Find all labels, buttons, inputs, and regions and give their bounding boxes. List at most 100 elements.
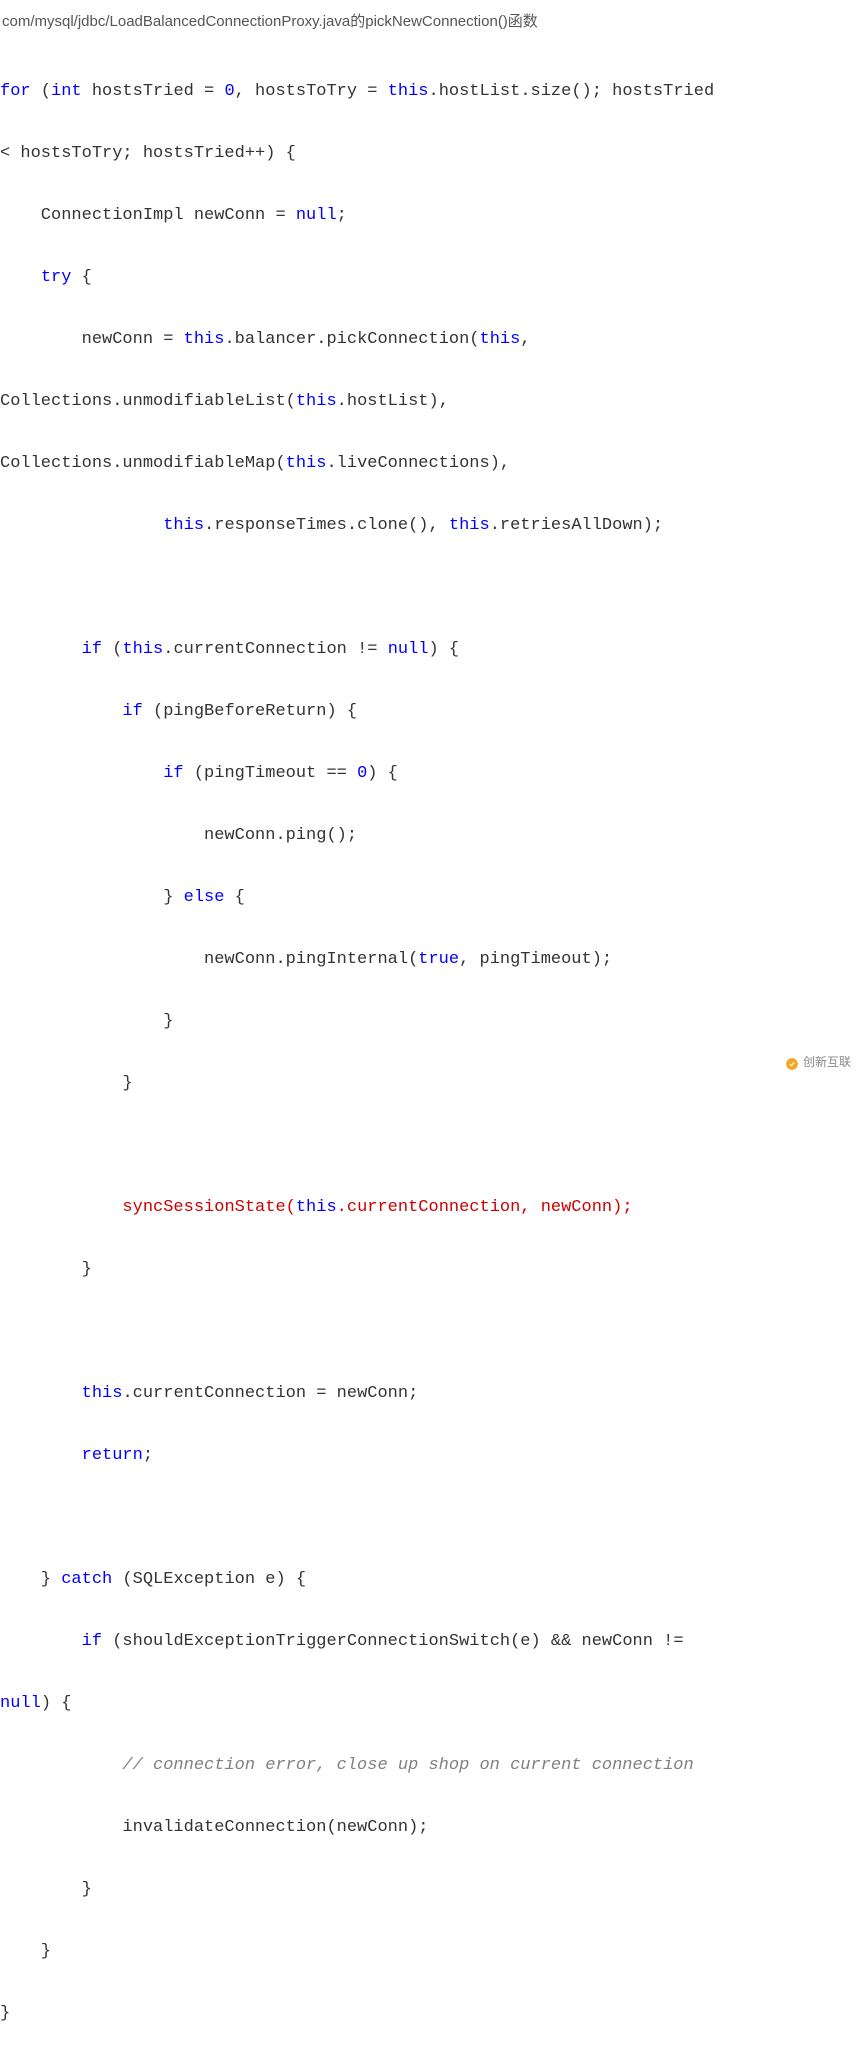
code-text: ) { bbox=[41, 1694, 72, 1713]
keyword-this: this bbox=[163, 516, 204, 535]
code-text: newConn = bbox=[0, 330, 184, 349]
type-int: int bbox=[51, 82, 82, 101]
watermark-icon bbox=[785, 1057, 799, 1071]
code-text: } bbox=[0, 1074, 133, 1093]
code-text: .currentConnection != bbox=[163, 640, 387, 659]
code-line: } bbox=[0, 1998, 865, 2029]
code-text bbox=[0, 1756, 122, 1775]
code-text: } bbox=[0, 1012, 173, 1031]
keyword-this: this bbox=[296, 392, 337, 411]
code-text: { bbox=[224, 888, 244, 907]
code-text: } bbox=[0, 1880, 92, 1899]
code-line: Collections.unmodifiableMap(this.liveCon… bbox=[0, 448, 865, 479]
keyword-true: true bbox=[418, 950, 459, 969]
code-line: // connection error, close up shop on cu… bbox=[0, 1750, 865, 1781]
keyword-this: this bbox=[296, 1198, 337, 1217]
code-text bbox=[0, 764, 163, 783]
keyword-if: if bbox=[82, 1632, 102, 1651]
code-text bbox=[0, 516, 163, 535]
code-line: null) { bbox=[0, 1688, 865, 1719]
code-text: .balancer.pickConnection( bbox=[224, 330, 479, 349]
code-text: ( bbox=[31, 82, 51, 101]
keyword-if: if bbox=[82, 640, 102, 659]
code-line: this.currentConnection = newConn; bbox=[0, 1378, 865, 1409]
keyword-this: this bbox=[286, 454, 327, 473]
keyword-if: if bbox=[122, 702, 142, 721]
code-line: if (pingBeforeReturn) { bbox=[0, 696, 865, 727]
code-text: , pingTimeout); bbox=[459, 950, 612, 969]
code-line: if (shouldExceptionTriggerConnectionSwit… bbox=[0, 1626, 865, 1657]
code-text: } bbox=[0, 1260, 92, 1279]
keyword-this: this bbox=[388, 82, 429, 101]
code-text: Collections.unmodifiableList( bbox=[0, 392, 296, 411]
code-text: ) { bbox=[367, 764, 398, 783]
file-path-header: com/mysql/jdbc/LoadBalancedConnectionPro… bbox=[0, 0, 865, 41]
code-line: } bbox=[0, 1936, 865, 1967]
code-line: if (pingTimeout == 0) { bbox=[0, 758, 865, 789]
code-text: , bbox=[520, 330, 530, 349]
code-text: (SQLException e) { bbox=[112, 1570, 306, 1589]
code-line: } catch (SQLException e) { bbox=[0, 1564, 865, 1595]
keyword-this: this bbox=[122, 640, 163, 659]
keyword-for: for bbox=[0, 82, 31, 101]
code-text bbox=[0, 1446, 82, 1465]
code-line: newConn.pingInternal(true, pingTimeout); bbox=[0, 944, 865, 975]
keyword-this: this bbox=[82, 1384, 123, 1403]
code-text: Collections.unmodifiableMap( bbox=[0, 454, 286, 473]
code-line: } bbox=[0, 1006, 865, 1037]
code-line: this.responseTimes.clone(), this.retries… bbox=[0, 510, 865, 541]
code-text: invalidateConnection(newConn); bbox=[0, 1818, 428, 1837]
code-text: .currentConnection = newConn; bbox=[122, 1384, 418, 1403]
code-text: .hostList.size(); hostsTried bbox=[429, 82, 725, 101]
code-line: } bbox=[0, 1874, 865, 1905]
number: 0 bbox=[357, 764, 367, 783]
comment: // connection error, close up shop on cu… bbox=[122, 1756, 693, 1775]
code-line: Collections.unmodifiableList(this.hostLi… bbox=[0, 386, 865, 417]
keyword-else: else bbox=[184, 888, 225, 907]
code-text bbox=[0, 1198, 122, 1217]
code-text: hostsTried = bbox=[82, 82, 225, 101]
code-line: syncSessionState(this.currentConnection,… bbox=[0, 1192, 865, 1223]
code-text: .responseTimes.clone(), bbox=[204, 516, 449, 535]
code-text: { bbox=[71, 268, 91, 287]
code-text: .liveConnections), bbox=[326, 454, 510, 473]
code-line bbox=[0, 1130, 865, 1161]
code-text: (pingTimeout == bbox=[184, 764, 357, 783]
code-line: newConn.ping(); bbox=[0, 820, 865, 851]
keyword-if: if bbox=[163, 764, 183, 783]
keyword-this: this bbox=[449, 516, 490, 535]
code-line: < hostsToTry; hostsTried++) { bbox=[0, 138, 865, 169]
code-line bbox=[0, 1502, 865, 1533]
code-text: ) { bbox=[429, 640, 460, 659]
keyword-null: null bbox=[0, 1694, 41, 1713]
code-text: , hostsToTry = bbox=[235, 82, 388, 101]
code-text bbox=[0, 268, 41, 287]
keyword-null: null bbox=[296, 206, 337, 225]
keyword-catch: catch bbox=[61, 1570, 112, 1589]
code-text: .retriesAllDown); bbox=[490, 516, 663, 535]
keyword-try: try bbox=[41, 268, 72, 287]
code-text bbox=[0, 1632, 82, 1651]
code-line: try { bbox=[0, 262, 865, 293]
code-line: if (this.currentConnection != null) { bbox=[0, 634, 865, 665]
code-line: invalidateConnection(newConn); bbox=[0, 1812, 865, 1843]
code-text: newConn.ping(); bbox=[0, 826, 357, 845]
watermark-text: 创新互联 bbox=[803, 1048, 851, 1079]
code-text: ; bbox=[143, 1446, 153, 1465]
code-text bbox=[0, 702, 122, 721]
code-text: ( bbox=[102, 640, 122, 659]
code-text: } bbox=[0, 888, 184, 907]
code-block: for (int hostsTried = 0, hostsToTry = th… bbox=[0, 41, 865, 2060]
code-text: (shouldExceptionTriggerConnectionSwitch(… bbox=[102, 1632, 694, 1651]
code-text: ; bbox=[337, 206, 347, 225]
number: 0 bbox=[224, 82, 234, 101]
code-text: (pingBeforeReturn) { bbox=[143, 702, 357, 721]
code-line: } bbox=[0, 1254, 865, 1285]
code-line bbox=[0, 1316, 865, 1347]
code-text: } bbox=[0, 1942, 51, 1961]
keyword-this: this bbox=[184, 330, 225, 349]
code-text bbox=[0, 1384, 82, 1403]
keyword-return: return bbox=[82, 1446, 143, 1465]
code-line: return; bbox=[0, 1440, 865, 1471]
code-line: newConn = this.balancer.pickConnection(t… bbox=[0, 324, 865, 355]
